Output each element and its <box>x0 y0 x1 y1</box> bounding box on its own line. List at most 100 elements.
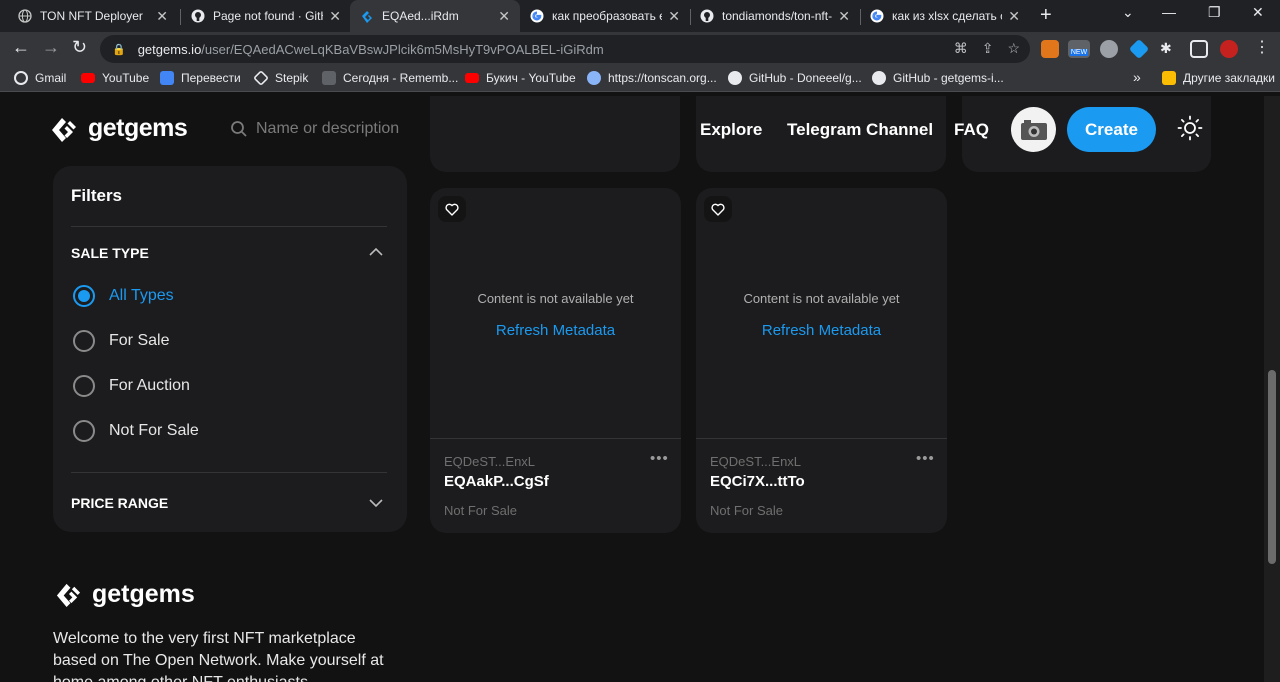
maximize-button[interactable]: ❐ <box>1208 4 1221 21</box>
sale-type-option-for-sale[interactable]: For Sale <box>73 330 169 352</box>
like-button[interactable] <box>704 196 732 222</box>
collection-address[interactable]: EQDeST...EnxL <box>444 454 535 469</box>
footer-logo[interactable]: getgems <box>55 580 195 609</box>
github-icon <box>191 9 205 23</box>
browser-tab[interactable]: TON NFT Deployer ✕ <box>8 0 178 32</box>
option-label: For Auction <box>109 377 190 394</box>
tab-title: EQAed...iRdm <box>382 9 459 23</box>
logo-text: getgems <box>92 580 195 608</box>
browser-tab[interactable]: Page not found · GitHub ✕ <box>181 0 351 32</box>
bookmark-item[interactable]: GitHub - getgems-i... <box>872 71 1004 85</box>
reload-button[interactable]: ↻ <box>72 37 87 58</box>
option-label: Not For Sale <box>109 422 199 439</box>
radio[interactable] <box>73 375 95 397</box>
radio[interactable] <box>73 420 95 442</box>
user-avatar-button[interactable] <box>1011 107 1056 152</box>
scrollbar-thumb[interactable] <box>1268 370 1276 564</box>
github-icon <box>728 71 742 85</box>
forward-button[interactable]: → <box>42 37 60 58</box>
close-tab-icon[interactable]: ✕ <box>838 8 850 25</box>
extension-badge: NEW <box>1069 49 1089 56</box>
create-button[interactable]: Create <box>1067 107 1156 152</box>
share-icon[interactable]: ⇪ <box>982 40 994 57</box>
more-options-icon[interactable]: ••• <box>650 450 669 467</box>
nft-card[interactable]: Content is not available yet Refresh Met… <box>696 188 947 533</box>
metamask-extension-icon[interactable] <box>1041 40 1059 58</box>
side-panel-icon[interactable] <box>1190 40 1208 58</box>
lock-icon: 🔒 <box>112 43 126 56</box>
address-bar[interactable]: 🔒 getgems.io/user/EQAedACweLqKBaVBswJPlc… <box>100 35 1030 63</box>
price-range-title[interactable]: PRICE RANGE <box>71 495 168 511</box>
bookmark-item[interactable]: GitHub - Doneeel/g... <box>728 71 862 85</box>
bookmarks-overflow-button[interactable]: » <box>1133 69 1141 85</box>
extension-new-badge-icon[interactable]: NEW <box>1068 40 1090 58</box>
page-scrollbar[interactable] <box>1264 96 1280 682</box>
search-icon <box>231 121 247 137</box>
browser-tab[interactable]: как преобразовать exc ✕ <box>520 0 690 32</box>
camera-icon <box>1020 119 1047 140</box>
bookmark-item[interactable]: https://tonscan.org... <box>587 71 717 85</box>
radio-selected[interactable] <box>73 285 95 307</box>
search-placeholder: Name or description <box>256 120 400 137</box>
bookmark-item[interactable]: Gmail <box>14 71 66 85</box>
sale-type-option-all-types[interactable]: All Types <box>73 285 174 307</box>
menu-kebab-icon[interactable]: ⋮ <box>1254 37 1270 57</box>
close-tab-icon[interactable]: ✕ <box>668 8 680 25</box>
profile-avatar[interactable] <box>1220 40 1238 58</box>
nft-card-partial[interactable] <box>430 96 680 172</box>
bookmark-star-icon[interactable]: ☆ <box>1007 40 1020 57</box>
other-bookmarks-folder[interactable]: Другие закладки <box>1162 71 1275 85</box>
filters-panel: Filters SALE TYPE All Types For Sale For… <box>53 166 407 532</box>
getgems-logo[interactable]: getgems <box>50 114 188 143</box>
like-button[interactable] <box>438 196 466 222</box>
content-unavailable-text: Content is not available yet <box>743 291 900 306</box>
close-window-button[interactable]: ✕ <box>1252 4 1264 21</box>
chevron-down-icon[interactable] <box>368 495 384 511</box>
minimize-button[interactable]: — <box>1162 4 1176 20</box>
close-tab-icon[interactable]: ✕ <box>498 8 510 25</box>
nft-name[interactable]: EQAakP...CgSf <box>444 473 549 490</box>
bookmark-item[interactable]: Stepik <box>253 70 308 86</box>
getgems-logo-icon <box>52 117 76 142</box>
close-tab-icon[interactable]: ✕ <box>329 8 341 25</box>
chevron-up-icon[interactable] <box>368 244 384 260</box>
vpn-extension-icon[interactable] <box>1100 40 1118 58</box>
sale-type-option-not-for-sale[interactable]: Not For Sale <box>73 420 199 442</box>
bookmark-label: Перевести <box>181 71 241 85</box>
collection-address[interactable]: EQDeST...EnxL <box>710 454 801 469</box>
more-options-icon[interactable]: ••• <box>916 450 935 467</box>
nav-explore[interactable]: Explore <box>700 120 762 140</box>
sale-type-option-for-auction[interactable]: For Auction <box>73 375 190 397</box>
google-icon <box>530 9 544 23</box>
radio[interactable] <box>73 330 95 352</box>
nft-card[interactable]: Content is not available yet Refresh Met… <box>430 188 681 533</box>
browser-tab-active[interactable]: EQAed...iRdm ✕ <box>350 0 520 32</box>
footer-description: Welcome to the very first NFT marketplac… <box>53 630 384 682</box>
nft-name[interactable]: EQCi7X...ttTo <box>710 473 805 490</box>
nav-telegram-channel[interactable]: Telegram Channel <box>787 120 933 140</box>
nav-faq[interactable]: FAQ <box>954 120 989 140</box>
new-tab-button[interactable]: + <box>1040 4 1052 27</box>
browser-tab[interactable]: tondiamonds/ton-nft- ✕ <box>690 0 860 32</box>
bookmark-item[interactable]: Букич - YouTube <box>465 71 576 85</box>
close-tab-icon[interactable]: ✕ <box>156 8 168 25</box>
youtube-icon <box>465 73 479 83</box>
refresh-metadata-link[interactable]: Refresh Metadata <box>430 322 681 339</box>
close-tab-icon[interactable]: ✕ <box>1008 8 1020 25</box>
bookmark-item[interactable]: YouTube <box>81 71 149 85</box>
wallet-extension-icon[interactable] <box>1128 38 1150 60</box>
browser-tab[interactable]: как из xlsx сделать csv ✕ <box>860 0 1030 32</box>
bookmark-item[interactable]: Сегодня - Rememb... <box>322 71 458 85</box>
sun-theme-icon[interactable] <box>1177 115 1203 141</box>
search-input[interactable]: Name or description <box>230 120 399 138</box>
extensions-puzzle-icon[interactable]: ✱ <box>1160 40 1178 58</box>
divider <box>696 438 947 439</box>
getgems-icon <box>362 11 372 23</box>
back-button[interactable]: ← <box>12 37 30 58</box>
sale-type-title[interactable]: SALE TYPE <box>71 245 149 261</box>
refresh-metadata-link[interactable]: Refresh Metadata <box>696 322 947 339</box>
bookmark-item[interactable]: Перевести <box>160 71 241 85</box>
translate-icon[interactable]: ⌘ <box>954 40 968 57</box>
tab-search-icon[interactable]: ⌄ <box>1122 4 1134 21</box>
logo-text: getgems <box>88 114 188 142</box>
